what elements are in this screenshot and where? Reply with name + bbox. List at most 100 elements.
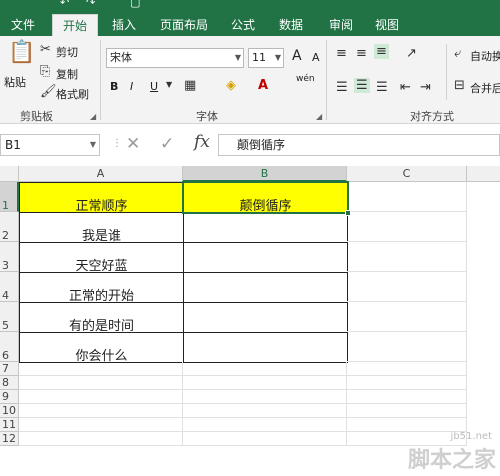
grid-cell[interactable] <box>19 376 183 390</box>
row-header[interactable]: 4 <box>0 272 19 302</box>
redo-icon[interactable]: ↷ <box>86 0 95 9</box>
tab-home[interactable]: 开始 <box>52 14 98 36</box>
select-all-corner[interactable] <box>0 166 19 182</box>
tab-insert[interactable]: 插入 <box>104 14 144 36</box>
cell-b6[interactable] <box>183 332 348 363</box>
font-color-icon[interactable]: A <box>258 78 268 93</box>
cancel-icon[interactable]: ✕ <box>126 134 140 154</box>
grid-cell[interactable] <box>347 404 467 418</box>
tab-page-layout[interactable]: 页面布局 <box>152 14 216 36</box>
grid-cell[interactable] <box>19 404 183 418</box>
grid-cell[interactable] <box>347 418 467 432</box>
cell-a3[interactable]: 天空好蓝 <box>19 242 184 274</box>
font-size-select[interactable]: 11 ▼ <box>248 48 284 68</box>
align-left-icon[interactable]: ☰ <box>336 80 348 95</box>
cut-button[interactable]: 剪切 <box>56 44 78 60</box>
row-header[interactable]: 3 <box>0 242 19 272</box>
format-painter-button[interactable]: 格式刷 <box>56 86 89 102</box>
orientation-icon[interactable]: ↗ <box>406 46 417 61</box>
column-header-b[interactable]: B <box>183 166 347 182</box>
align-center-icon[interactable]: ☰ <box>354 78 370 93</box>
grid-cell[interactable] <box>19 432 183 446</box>
formula-input[interactable]: 颠倒循序 <box>218 134 500 156</box>
enter-icon[interactable]: ✓ <box>160 134 174 154</box>
insert-function-icon[interactable]: fx <box>194 132 210 152</box>
chevron-down-icon[interactable]: ▼ <box>90 135 96 155</box>
row-header[interactable]: 12 <box>0 432 19 446</box>
row-header[interactable]: 1 <box>0 182 19 212</box>
row-header[interactable]: 9 <box>0 390 19 404</box>
tab-review[interactable]: 审阅 <box>322 14 360 36</box>
name-box[interactable]: B1 ▼ <box>0 134 100 156</box>
fill-color-icon[interactable]: ◈ <box>226 78 236 93</box>
tab-view[interactable]: 视图 <box>368 14 406 36</box>
chevron-down-icon[interactable]: ▼ <box>166 80 172 89</box>
grid-cell[interactable] <box>347 376 467 390</box>
font-name-select[interactable]: 宋体 ▼ <box>106 48 244 68</box>
grid-cell[interactable] <box>183 404 347 418</box>
row-header[interactable]: 10 <box>0 404 19 418</box>
row-header[interactable]: 8 <box>0 376 19 390</box>
align-bottom-icon[interactable]: ≡ <box>374 44 389 59</box>
cell-b2[interactable] <box>183 212 348 243</box>
grid-cell[interactable] <box>19 418 183 432</box>
cell-a5[interactable]: 有的是时间 <box>19 302 184 334</box>
grid-cell[interactable] <box>183 362 347 376</box>
column-header-c[interactable]: C <box>347 166 467 182</box>
grow-font-button[interactable]: A <box>292 48 302 64</box>
merge-center-button[interactable]: 合并后 <box>470 80 500 96</box>
decrease-indent-icon[interactable]: ⇤ <box>400 80 411 95</box>
grid-cell[interactable] <box>19 362 183 376</box>
tab-data[interactable]: 数据 <box>272 14 310 36</box>
cell-a4[interactable]: 正常的开始 <box>19 272 184 304</box>
row-header[interactable]: 7 <box>0 362 19 376</box>
align-middle-icon[interactable]: ≡ <box>356 46 367 61</box>
cell-c6[interactable] <box>347 332 467 362</box>
grid-cell[interactable] <box>183 390 347 404</box>
grid-cell[interactable] <box>183 432 347 446</box>
print-preview-icon[interactable]: ▢ <box>130 0 140 9</box>
column-header-a[interactable]: A <box>19 166 183 182</box>
bold-button[interactable]: B <box>110 80 118 93</box>
scissors-icon: ✂ <box>40 42 51 57</box>
row-header[interactable]: 11 <box>0 418 19 432</box>
cell-c1[interactable] <box>347 182 467 212</box>
cell-b5[interactable] <box>183 302 348 333</box>
align-top-icon[interactable]: ≡ <box>336 46 347 61</box>
copy-button[interactable]: 复制 <box>56 66 78 82</box>
increase-indent-icon[interactable]: ⇥ <box>420 80 431 95</box>
cell-a2[interactable]: 我是谁 <box>19 212 184 244</box>
align-right-icon[interactable]: ☰ <box>376 80 388 95</box>
font-launcher-icon[interactable]: ◢ <box>316 112 322 121</box>
italic-button[interactable]: I <box>130 80 133 93</box>
grid-cell[interactable] <box>347 390 467 404</box>
paste-button[interactable]: 粘贴 <box>4 74 26 90</box>
cell-c2[interactable] <box>347 212 467 242</box>
font-group-label: 字体 <box>196 110 218 123</box>
undo-icon[interactable]: ↶ <box>60 0 69 9</box>
cell-b4[interactable] <box>183 272 348 303</box>
cell-c4[interactable] <box>347 272 467 302</box>
grid-cell[interactable] <box>183 376 347 390</box>
cell-b1[interactable]: 颠倒循序 <box>183 182 348 214</box>
row-header[interactable]: 2 <box>0 212 19 242</box>
cell-c5[interactable] <box>347 302 467 332</box>
clipboard-launcher-icon[interactable]: ◢ <box>90 112 96 121</box>
cell-b3[interactable] <box>183 242 348 273</box>
shrink-font-button[interactable]: A <box>312 51 320 64</box>
phonetic-button[interactable]: wén <box>296 74 315 84</box>
grid-cell[interactable] <box>347 362 467 376</box>
grid-cell[interactable] <box>183 418 347 432</box>
paste-icon[interactable]: 📋 <box>8 40 35 65</box>
row-header[interactable]: 6 <box>0 332 19 362</box>
cell-a6[interactable]: 你会什么 <box>19 332 184 364</box>
row-header[interactable]: 5 <box>0 302 19 332</box>
tab-file[interactable]: 文件 <box>4 14 42 36</box>
wrap-text-button[interactable]: 自动换 <box>470 48 500 64</box>
cell-c3[interactable] <box>347 242 467 272</box>
tab-formulas[interactable]: 公式 <box>224 14 262 36</box>
grid-cell[interactable] <box>19 390 183 404</box>
border-icon[interactable]: ▦ <box>184 78 196 93</box>
cell-a1[interactable]: 正常顺序 <box>19 182 184 214</box>
underline-button[interactable]: U <box>150 80 158 93</box>
